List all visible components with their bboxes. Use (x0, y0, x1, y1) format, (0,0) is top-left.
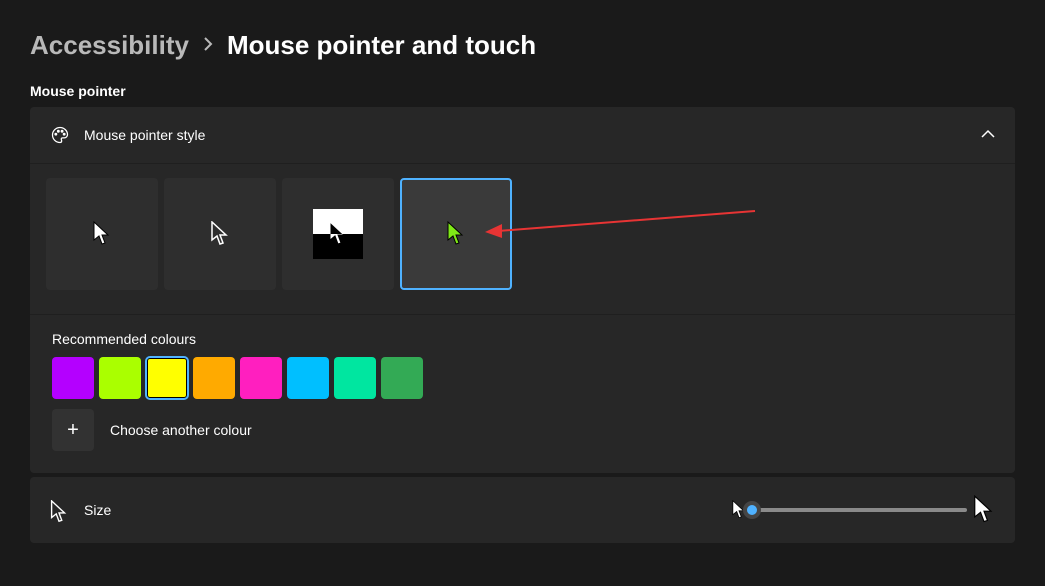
annotation-arrow (480, 206, 760, 246)
choose-colour-button[interactable]: + (52, 409, 94, 451)
colour-swatch-2[interactable] (146, 357, 188, 399)
colour-swatch-1[interactable] (99, 357, 141, 399)
recommended-colours-section: Recommended colours + Choose another col… (30, 314, 1015, 473)
colour-swatch-7[interactable] (381, 357, 423, 399)
choose-colour-label: Choose another colour (110, 422, 252, 438)
recommended-colours-title: Recommended colours (52, 331, 993, 347)
colour-swatches (52, 357, 993, 399)
style-panel-title: Mouse pointer style (84, 127, 981, 143)
colour-swatch-6[interactable] (334, 357, 376, 399)
colour-swatch-4[interactable] (240, 357, 282, 399)
breadcrumb: Accessibility Mouse pointer and touch (30, 30, 1015, 61)
pointer-style-inverted[interactable] (282, 178, 394, 290)
chevron-up-icon (981, 126, 995, 144)
plus-icon: + (67, 420, 79, 440)
mouse-pointer-style-panel: Mouse pointer style (30, 107, 1015, 473)
colour-swatch-5[interactable] (287, 357, 329, 399)
size-slider-thumb[interactable] (743, 501, 761, 519)
size-label: Size (84, 502, 732, 518)
breadcrumb-parent[interactable]: Accessibility (30, 30, 189, 61)
size-max-icon (973, 495, 995, 525)
section-label: Mouse pointer (30, 83, 1015, 99)
size-slider[interactable] (752, 508, 967, 512)
cursor-icon (50, 500, 70, 520)
style-panel-header[interactable]: Mouse pointer style (30, 107, 1015, 163)
chevron-right-icon (203, 35, 213, 56)
pointer-style-white[interactable] (46, 178, 158, 290)
colour-swatch-0[interactable] (52, 357, 94, 399)
size-panel: Size (30, 477, 1015, 543)
palette-icon (50, 125, 70, 145)
pointer-style-black[interactable] (164, 178, 276, 290)
breadcrumb-current: Mouse pointer and touch (227, 30, 536, 61)
colour-swatch-3[interactable] (193, 357, 235, 399)
pointer-style-options (30, 163, 1015, 314)
pointer-style-custom[interactable] (400, 178, 512, 290)
